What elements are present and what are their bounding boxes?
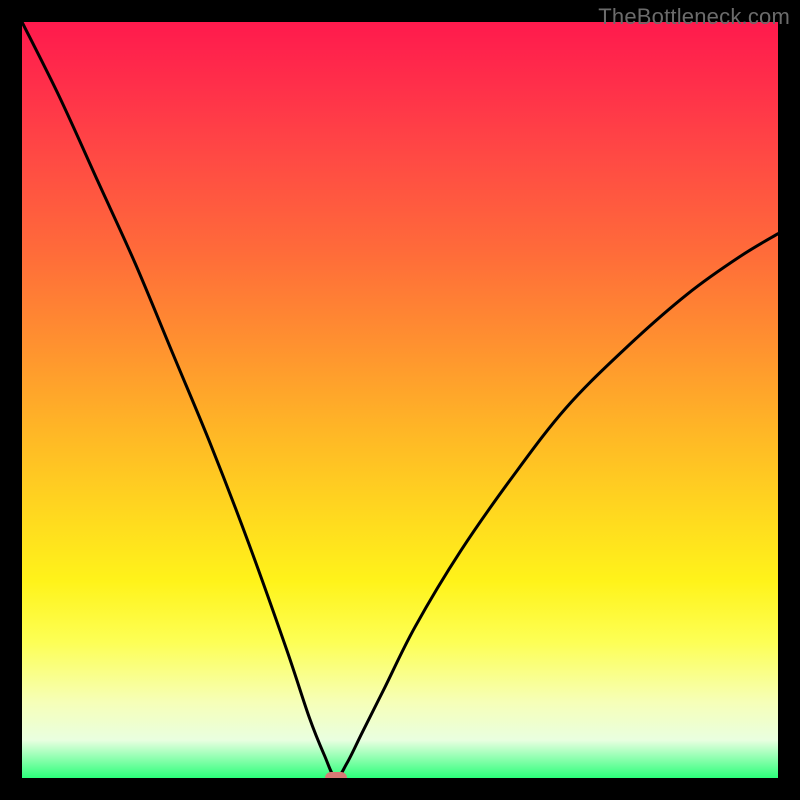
watermark-text: TheBottleneck.com [598,4,790,30]
optimal-point-marker [325,772,347,778]
bottleneck-curve [22,22,778,778]
curve-svg [22,22,778,778]
chart-frame: TheBottleneck.com [0,0,800,800]
plot-area [22,22,778,778]
